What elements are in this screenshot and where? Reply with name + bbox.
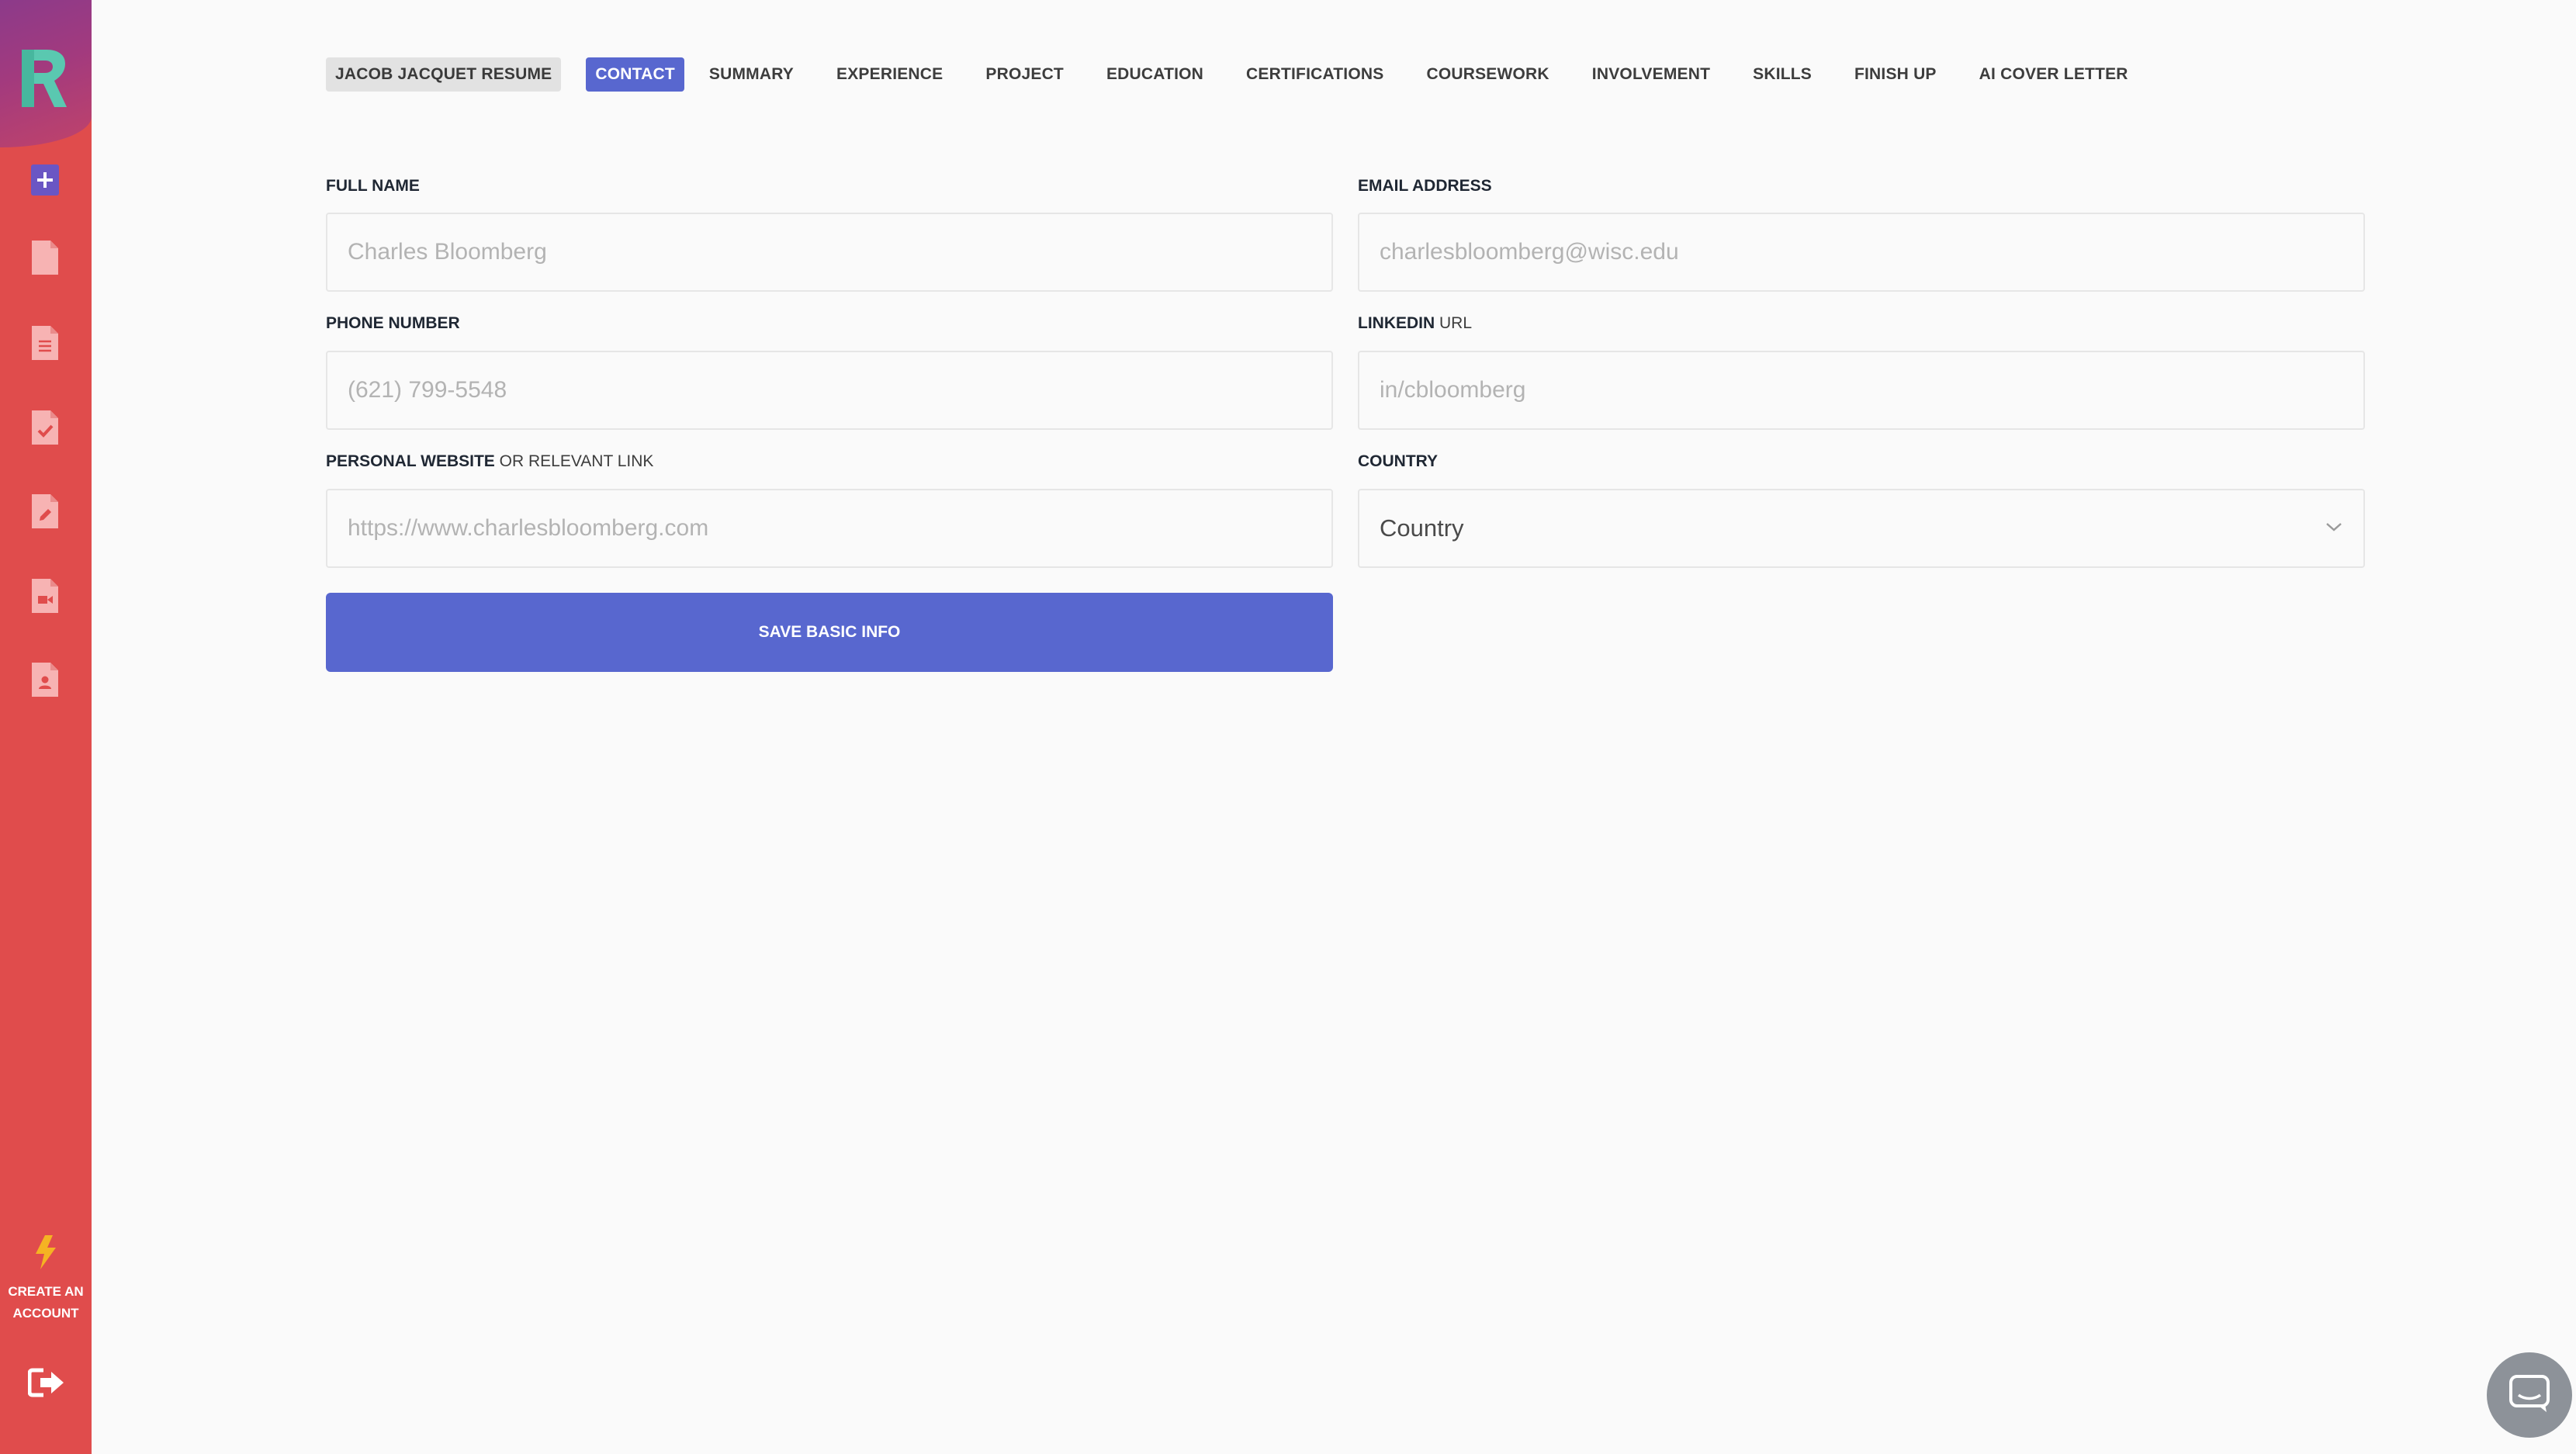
tab-contact[interactable]: CONTACT [586,57,684,92]
tab-coursework[interactable]: COURSEWORK [1417,57,1558,92]
tab-summary[interactable]: SUMMARY [700,57,803,92]
full-name-label: FULL NAME [326,177,420,195]
document-check-icon[interactable] [29,409,61,446]
section-tabs: JACOB JACQUET RESUME CONTACT SUMMARY EXP… [326,57,2162,92]
tab-education[interactable]: EDUCATION [1097,57,1213,92]
full-name-input[interactable] [326,213,1333,292]
sidebar: CREATE AN ACCOUNT [0,0,92,1454]
website-label-bold: PERSONAL WEBSITE [326,452,495,470]
country-select[interactable]: Country [1358,489,2365,568]
document-video-icon[interactable] [29,577,61,614]
tab-skills[interactable]: SKILLS [1743,57,1821,92]
website-label-light: OR RELEVANT LINK [499,452,654,470]
resume-name-tab[interactable]: JACOB JACQUET RESUME [326,57,562,92]
linkedin-label-light: URL [1439,314,1473,332]
website-label: PERSONAL WEBSITE OR RELEVANT LINK [326,452,653,471]
document-user-icon[interactable] [29,661,61,698]
email-label: EMAIL ADDRESS [1358,177,1492,195]
create-account-line2: ACCOUNT [12,1306,79,1321]
tab-involvement[interactable]: INVOLVEMENT [1583,57,1719,92]
document-icon[interactable] [29,239,61,276]
create-account-button[interactable]: CREATE AN ACCOUNT [0,1235,92,1324]
tab-certifications[interactable]: CERTIFICATIONS [1237,57,1393,92]
logout-icon[interactable] [27,1367,65,1398]
phone-input[interactable] [326,351,1333,430]
email-input[interactable] [1358,213,2365,292]
tab-experience[interactable]: EXPERIENCE [827,57,952,92]
website-input[interactable] [326,489,1333,568]
chat-bubble-icon [2508,1373,2551,1418]
tab-finish-up[interactable]: FINISH UP [1845,57,1946,92]
document-lines-icon[interactable] [29,324,61,362]
new-document-icon[interactable] [29,161,61,199]
linkedin-label: LINKEDIN URL [1358,314,1472,333]
linkedin-input[interactable] [1358,351,2365,430]
phone-label: PHONE NUMBER [326,314,460,332]
save-basic-info-button[interactable]: SAVE BASIC INFO [326,593,1333,672]
create-account-line1: CREATE AN [8,1284,84,1299]
chat-launcher-button[interactable] [2487,1352,2572,1438]
logo[interactable] [17,45,68,112]
tab-project[interactable]: PROJECT [976,57,1073,92]
tab-ai-cover-letter[interactable]: AI COVER LETTER [1970,57,2138,92]
linkedin-label-bold: LINKEDIN [1358,314,1435,332]
country-label: COUNTRY [1358,452,1439,470]
chevron-down-icon [2325,521,2343,537]
country-select-value: Country [1380,514,1464,542]
lightning-bolt-icon [0,1235,92,1276]
document-edit-icon[interactable] [29,493,61,530]
